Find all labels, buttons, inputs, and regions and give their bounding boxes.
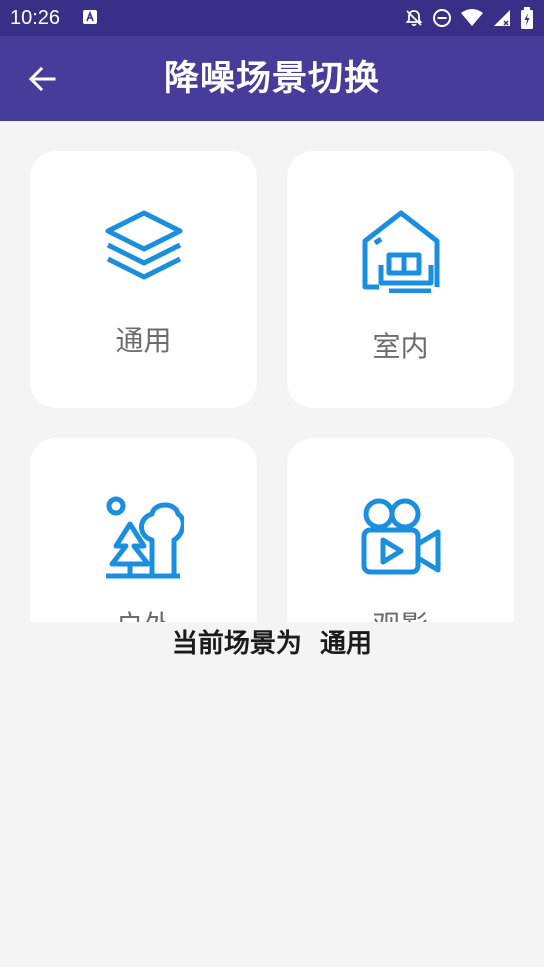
- scene-label: 室内: [372, 330, 429, 363]
- scene-label: 通用: [115, 324, 172, 357]
- scene-label: 户外: [30, 604, 257, 622]
- battery-icon: [521, 7, 533, 29]
- scene-label: 观影: [287, 604, 514, 622]
- layers-icon: [105, 210, 183, 280]
- tree-outdoor-icon: [106, 496, 184, 579]
- scene-card-outdoor[interactable]: 户外: [30, 438, 257, 622]
- app-bar: 降噪场景切换: [0, 36, 544, 121]
- scene-card-cinema[interactable]: 观影: [287, 438, 514, 622]
- do-not-disturb-icon: [433, 9, 451, 27]
- status-time: 10:26: [10, 7, 61, 29]
- wifi-icon: [461, 9, 483, 26]
- current-scene-value: 通用: [320, 629, 373, 659]
- scene-card-indoor[interactable]: 室内: [287, 151, 514, 408]
- page-title: 降噪场景切换: [163, 59, 380, 99]
- status-icons: [404, 6, 534, 30]
- bell-off-icon: [405, 10, 423, 26]
- signal-icon: [494, 10, 510, 26]
- scene-grid[interactable]: 通用 室内 户外: [0, 121, 544, 622]
- current-scene-text: 当前场景为 通用: [0, 626, 544, 662]
- current-scene-prefix: 当前场景为: [171, 629, 302, 659]
- notification-app-icon: [83, 10, 97, 24]
- status-bar: 10:26: [0, 0, 544, 36]
- video-camera-icon: [361, 498, 441, 575]
- scene-card-general[interactable]: 通用: [30, 151, 257, 408]
- home-sofa-icon: [362, 210, 440, 293]
